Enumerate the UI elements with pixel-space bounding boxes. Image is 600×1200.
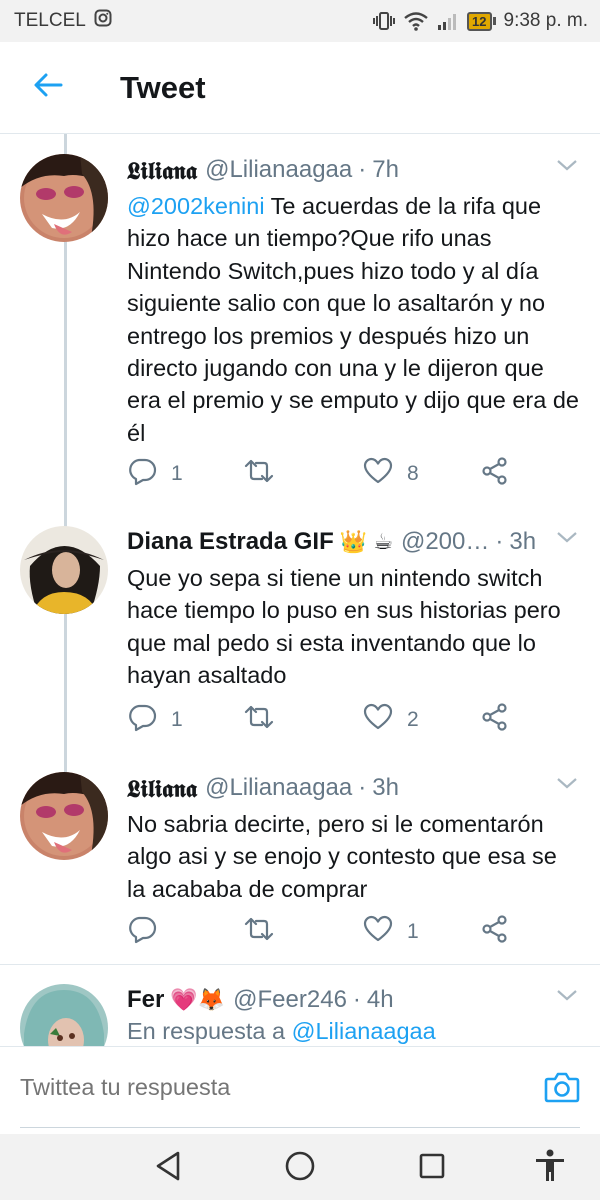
- name-emoji: 💗🦊: [170, 987, 226, 1012]
- reply-button[interactable]: 1: [127, 700, 183, 740]
- like-count: 8: [407, 462, 419, 485]
- name-emoji: 👑 ☕: [339, 529, 393, 554]
- like-button[interactable]: 2: [363, 700, 419, 740]
- tweet-menu-button[interactable]: [556, 776, 578, 795]
- tweet-time: 4h: [366, 986, 394, 1013]
- arrow-left-icon: [33, 72, 63, 103]
- avatar[interactable]: [20, 772, 108, 860]
- tweet-text: Que yo sepa si tiene un nintendo switch …: [127, 565, 561, 689]
- circle-home-icon: [282, 1151, 318, 1188]
- share-icon: [481, 915, 509, 949]
- status-left: TELCEL: [14, 9, 112, 33]
- mention-link[interactable]: @2002kenini: [127, 193, 265, 219]
- mention-link[interactable]: @Lilianaagaa: [292, 1018, 436, 1044]
- tweet-meta: Fer 💗🦊 @Feer246 · 4h: [127, 986, 394, 1014]
- tweet-menu-button[interactable]: [556, 530, 578, 549]
- back-button[interactable]: [0, 42, 96, 134]
- retweet-button[interactable]: [243, 454, 289, 494]
- reply-input[interactable]: [20, 1074, 520, 1101]
- tweet-menu-button[interactable]: [556, 158, 578, 177]
- heart-icon: [363, 703, 393, 737]
- heart-icon: [363, 457, 393, 491]
- tweet-meta: 𝕷𝖎𝖑𝖎𝖆𝖓𝖆 @Lilianaagaa · 7h: [127, 155, 399, 185]
- tweet-divider: [0, 964, 600, 965]
- chevron-down-icon: [556, 989, 578, 1006]
- nav-home-button[interactable]: [282, 1148, 318, 1189]
- chevron-down-icon: [556, 159, 578, 176]
- wifi-icon: [403, 11, 429, 31]
- retweet-button[interactable]: [243, 700, 289, 740]
- instagram-icon: [94, 9, 112, 33]
- heart-icon: [363, 915, 393, 949]
- vibrate-icon: [373, 11, 396, 31]
- author-handle[interactable]: @200…: [401, 528, 489, 556]
- status-right: 12 9:38 p. m.: [373, 10, 588, 32]
- author-name[interactable]: Fer: [127, 986, 164, 1014]
- author-name[interactable]: Diana Estrada GIF: [127, 528, 334, 556]
- reply-icon: [127, 456, 157, 492]
- battery-icon: 12: [467, 11, 496, 31]
- tweet-meta: 𝕷𝖎𝖑𝖎𝖆𝖓𝖆 @Lilianaagaa · 3h: [127, 773, 399, 803]
- tweet-time: 3h: [372, 774, 399, 801]
- like-button[interactable]: 8: [363, 454, 419, 494]
- reply-button[interactable]: [127, 912, 171, 952]
- input-underline: [20, 1127, 580, 1128]
- page-title: Tweet: [120, 69, 206, 105]
- tweet-time: 7h: [372, 156, 399, 183]
- app-header: Tweet: [0, 42, 600, 134]
- tweet-menu-button[interactable]: [556, 988, 578, 1007]
- author-name[interactable]: 𝕷𝖎𝖑𝖎𝖆𝖓𝖆: [127, 774, 197, 803]
- system-nav-bar: [0, 1134, 600, 1200]
- camera-button[interactable]: [544, 1071, 580, 1108]
- chevron-down-icon: [556, 777, 578, 794]
- tweet-thread[interactable]: 𝕷𝖎𝖑𝖎𝖆𝖓𝖆 @Lilianaagaa · 7h @2002kenini Te…: [0, 134, 600, 1046]
- avatar[interactable]: [20, 984, 108, 1046]
- author-handle[interactable]: @Lilianaagaa: [205, 774, 352, 802]
- tweet-meta: Diana Estrada GIF 👑 ☕ @200… · 3h: [127, 528, 537, 556]
- camera-icon: [544, 1072, 580, 1107]
- retweet-button[interactable]: [243, 912, 289, 952]
- author-handle[interactable]: @Lilianaagaa: [205, 156, 352, 184]
- retweet-icon: [243, 702, 275, 738]
- avatar[interactable]: [20, 154, 108, 242]
- like-count: 2: [407, 708, 419, 731]
- square-recents-icon: [414, 1153, 450, 1188]
- like-count: 1: [407, 920, 419, 943]
- carrier-label: TELCEL: [14, 10, 86, 31]
- retweet-icon: [243, 456, 275, 492]
- signal-icon: [437, 11, 459, 31]
- share-button[interactable]: [481, 700, 509, 740]
- triangle-back-icon: [150, 1151, 186, 1188]
- reply-button[interactable]: 1: [127, 454, 183, 494]
- nav-back-button[interactable]: [150, 1148, 186, 1189]
- battery-level: 12: [467, 11, 492, 31]
- share-icon: [481, 703, 509, 737]
- tweet-time: 3h: [509, 528, 537, 555]
- reply-icon: [127, 702, 157, 738]
- retweet-icon: [243, 914, 275, 950]
- clock: 9:38 p. m.: [503, 10, 589, 31]
- like-button[interactable]: 1: [363, 912, 419, 952]
- reply-context: En respuesta a @Lilianaagaa: [127, 1018, 436, 1044]
- nav-recents-button[interactable]: [414, 1148, 450, 1189]
- reply-count: 1: [171, 708, 183, 731]
- share-button[interactable]: [481, 912, 509, 952]
- tweet-text: No sabria decirte, pero si le comentarón…: [127, 811, 557, 902]
- status-bar: TELCEL 12 9:38 p. m.: [0, 0, 600, 42]
- tweet-actions: 1: [127, 912, 527, 952]
- reply-composer: [0, 1046, 600, 1134]
- tweet-actions: 1 2: [127, 700, 527, 740]
- author-name[interactable]: 𝕷𝖎𝖑𝖎𝖆𝖓𝖆: [127, 156, 197, 185]
- reply-icon: [127, 914, 157, 950]
- share-icon: [481, 457, 509, 491]
- share-button[interactable]: [481, 454, 509, 494]
- tweet-text: @2002kenini Te acuerdas de la rifa que h…: [127, 193, 579, 446]
- accessibility-button[interactable]: [532, 1148, 568, 1189]
- tweet-actions: 1 8: [127, 454, 527, 494]
- avatar[interactable]: [20, 526, 108, 614]
- accessibility-icon: [532, 1149, 568, 1188]
- chevron-down-icon: [556, 531, 578, 548]
- reply-count: 1: [171, 462, 183, 485]
- author-handle[interactable]: @Feer246: [233, 986, 347, 1014]
